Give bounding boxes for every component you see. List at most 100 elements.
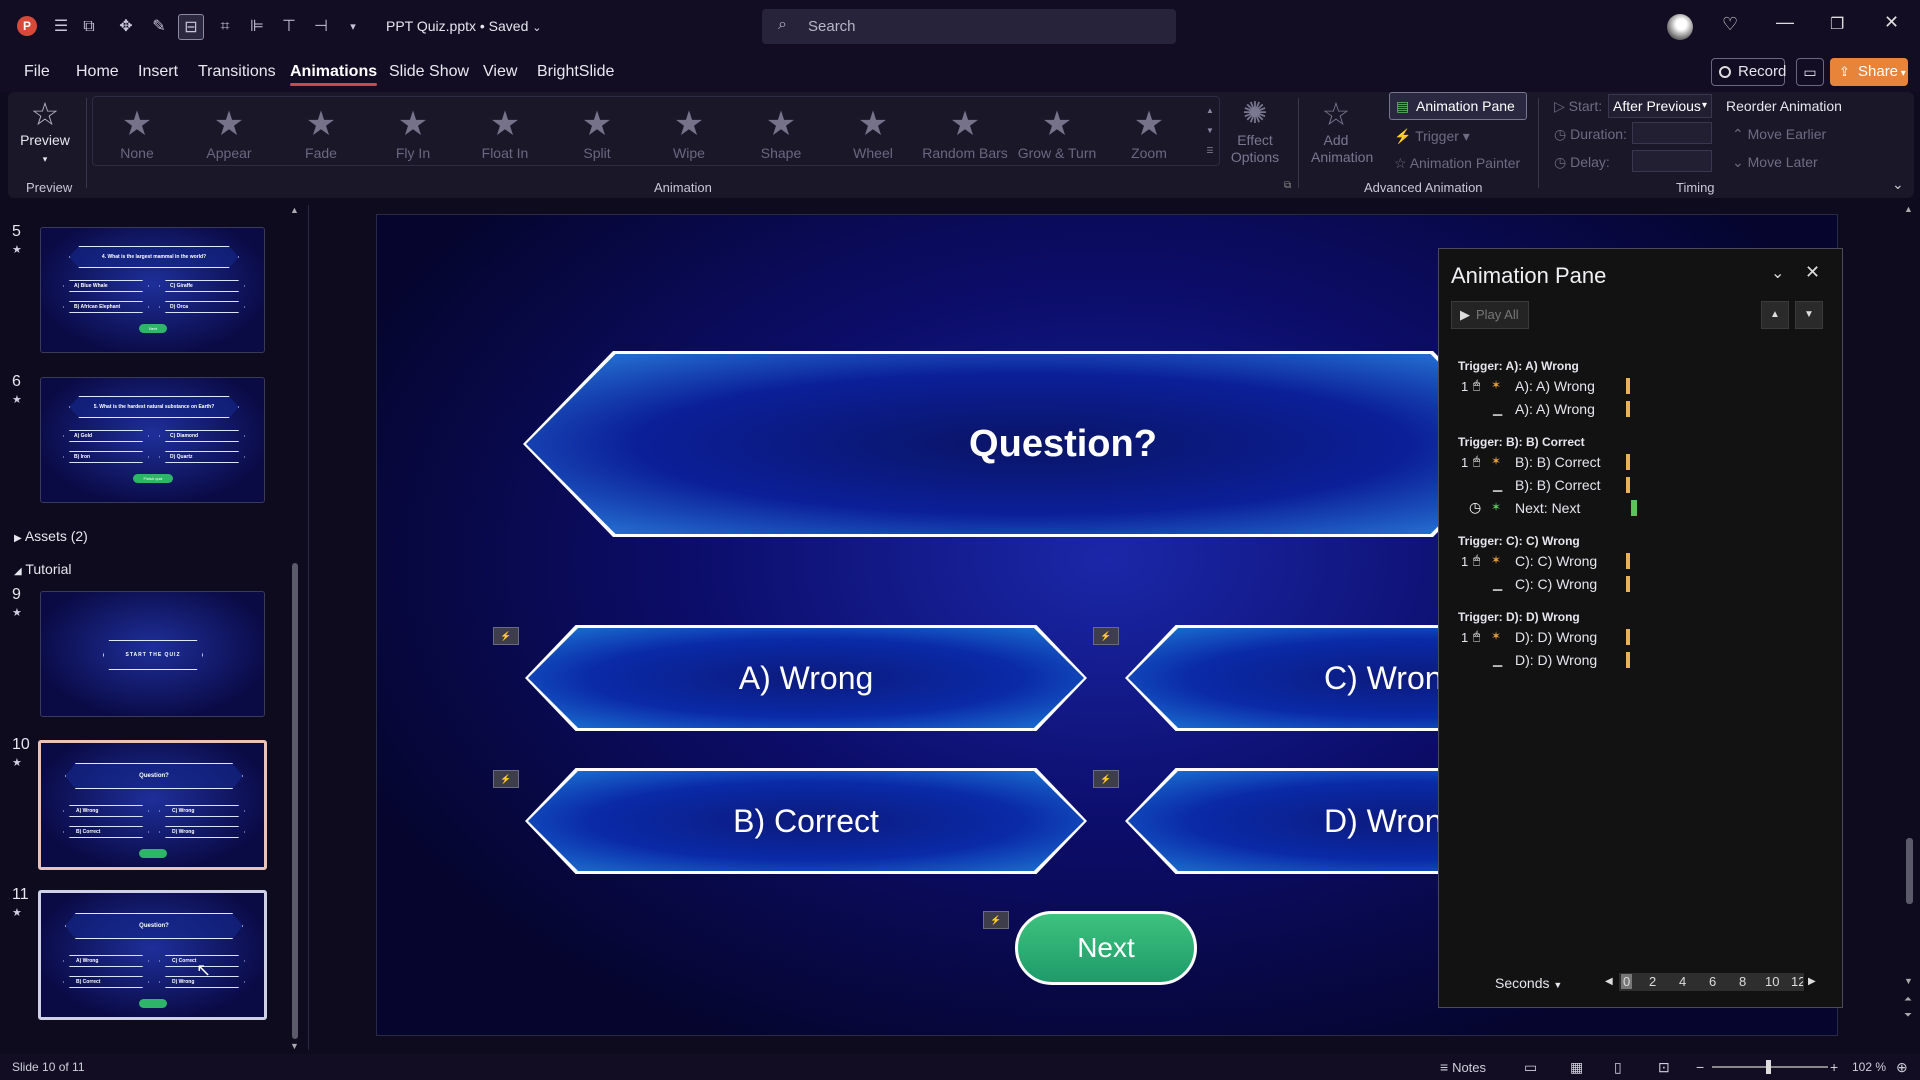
delay-input[interactable] (1632, 150, 1712, 172)
customize-qat-icon[interactable]: ▾ (340, 14, 366, 40)
canvas-scroll-up[interactable]: ▲ (1904, 204, 1913, 214)
prev-slide-icon[interactable]: ⏶ (1904, 994, 1912, 1005)
quick-access-icon-1[interactable]: ☰ (48, 14, 74, 40)
anim-shape[interactable]: ★ Shape (737, 105, 825, 175)
tab-animations[interactable]: Animations (290, 63, 378, 86)
anim-wipe[interactable]: ★ Wipe (645, 105, 733, 175)
animation-item[interactable]: B): B) Correct (1515, 477, 1601, 493)
seconds-dropdown[interactable]: Seconds ▼ (1495, 975, 1562, 991)
tab-transitions[interactable]: Transitions (198, 63, 276, 81)
animation-item[interactable]: A): A) Wrong (1515, 378, 1595, 394)
duration-input[interactable] (1632, 122, 1712, 144)
thumb-scroll-down[interactable]: ▼ (290, 1041, 299, 1051)
close-window-icon[interactable]: ✕ (1884, 12, 1899, 33)
zoom-out-icon[interactable]: − (1696, 1059, 1704, 1075)
minimize-icon[interactable]: — (1776, 12, 1794, 33)
thumb-scroll-up[interactable]: ▲ (290, 205, 299, 215)
start-select[interactable]: After Previous ▾ (1608, 94, 1712, 118)
move-earlier-button[interactable]: ⌃ Move Earlier (1732, 126, 1826, 143)
play-all-button[interactable]: ▶ Play All (1451, 301, 1529, 329)
animation-item[interactable]: A): A) Wrong (1515, 401, 1595, 417)
slide-thumb-9[interactable]: START THE QUIZ (40, 591, 265, 717)
canvas-scroll-down[interactable]: ▼ (1904, 976, 1913, 986)
zoom-slider[interactable] (1712, 1060, 1828, 1074)
tab-view[interactable]: View (483, 63, 517, 81)
next-slide-icon[interactable]: ⏷ (1904, 1010, 1912, 1021)
add-animation-button[interactable]: ☆ Add Animation (1306, 96, 1373, 166)
pane-options-icon[interactable]: ⌄ (1771, 263, 1784, 283)
trigger-button[interactable]: ⚡ Trigger ▾ (1394, 128, 1470, 145)
animation-item[interactable]: C): C) Wrong (1515, 576, 1597, 592)
maximize-icon[interactable]: ❐ (1830, 14, 1844, 34)
anim-fly-in[interactable]: ★ Fly In (369, 105, 457, 175)
trigger-icon[interactable]: ⚡ (493, 627, 519, 645)
trigger-icon[interactable]: ⚡ (493, 770, 519, 788)
anim-wheel[interactable]: ★ Wheel (829, 105, 917, 175)
trigger-icon[interactable]: ⚡ (1093, 627, 1119, 645)
move-down-button[interactable]: ▼ (1795, 301, 1823, 329)
animation-item[interactable]: D): D) Wrong (1515, 629, 1597, 645)
notes-button[interactable]: ≡ Notes (1440, 1059, 1486, 1075)
effect-options-button[interactable]: ✺ Effect Options (1226, 96, 1284, 166)
tab-brightslide[interactable]: BrightSlide (537, 63, 614, 81)
quick-access-icon-3[interactable]: ✥ (113, 14, 139, 40)
search-box[interactable]: ⌕ Search (762, 9, 1176, 44)
section-assets[interactable]: ▶ Assets (2) (14, 528, 88, 544)
tab-insert[interactable]: Insert (138, 63, 178, 81)
question-shape[interactable]: Question? (523, 351, 1523, 537)
crop-icon[interactable]: ⌗ (212, 14, 238, 40)
slide-thumb-10[interactable]: Question? A) Wrong C) Wrong B) Correct D… (38, 740, 267, 870)
collapse-ribbon-icon[interactable]: ⌄ (1892, 176, 1904, 193)
answer-b-shape[interactable]: B) Correct (525, 768, 1087, 874)
dialog-launcher-icon[interactable]: ⧉ (1284, 180, 1291, 191)
trigger-icon[interactable]: ⚡ (983, 911, 1009, 929)
align-top-icon[interactable]: ⊤ (276, 14, 302, 40)
canvas-scrollbar[interactable] (1906, 838, 1913, 904)
animation-item[interactable]: Next: Next (1515, 500, 1580, 516)
comments-icon[interactable]: ▭ (1796, 58, 1824, 86)
anim-split[interactable]: ★ Split (553, 105, 641, 175)
reading-view-icon[interactable]: ▯ (1614, 1059, 1622, 1076)
anim-random-bars[interactable]: ★ Random Bars (921, 105, 1009, 175)
quick-access-icon-2[interactable]: ⧉ (76, 14, 102, 40)
anim-grow-turn[interactable]: ★ Grow & Turn (1013, 105, 1101, 175)
animation-item[interactable]: C): C) Wrong (1515, 553, 1597, 569)
normal-view-icon[interactable]: ▭ (1524, 1059, 1537, 1076)
tab-slide-show[interactable]: Slide Show (389, 63, 469, 81)
timeline-left-icon[interactable]: ◀ (1605, 976, 1613, 987)
tab-file[interactable]: File (24, 63, 50, 81)
slide-thumb-5[interactable]: 4. What is the largest mammal in the wor… (40, 227, 265, 353)
trigger-icon[interactable]: ⚡ (1093, 770, 1119, 788)
section-tutorial[interactable]: ◢ Tutorial (14, 561, 72, 577)
anim-none[interactable]: ★ None (93, 105, 181, 175)
timeline-right-icon[interactable]: ▶ (1808, 976, 1816, 987)
close-pane-icon[interactable]: ✕ (1805, 262, 1820, 283)
slideshow-icon[interactable]: ⊡ (1658, 1059, 1670, 1076)
align-right-icon[interactable]: ⊣ (308, 14, 334, 40)
fit-slide-icon[interactable]: ⊕ (1896, 1059, 1908, 1076)
zoom-slider-thumb[interactable] (1766, 1060, 1771, 1074)
document-title[interactable]: PPT Quiz.pptx • Saved ⌄ (386, 18, 542, 34)
animation-item[interactable]: D): D) Wrong (1515, 652, 1597, 668)
anim-float-in[interactable]: ★ Float In (461, 105, 549, 175)
move-later-button[interactable]: ⌄ Move Later (1732, 154, 1818, 171)
animation-painter-button[interactable]: ☆ Animation Painter (1394, 155, 1520, 172)
record-button[interactable]: Record (1711, 58, 1786, 86)
anim-fade[interactable]: ★ Fade (277, 105, 365, 175)
next-button[interactable]: Next (1015, 911, 1197, 985)
move-up-button[interactable]: ▲ (1761, 301, 1789, 329)
preview-button[interactable]: ☆ Preview ▾ (20, 96, 70, 166)
avatar[interactable] (1667, 14, 1693, 40)
slide-thumb-11[interactable]: Question? A) Wrong C) Correct B) Correct… (38, 890, 267, 1020)
slide-thumb-6[interactable]: 5. What is the hardest natural substance… (40, 377, 265, 503)
animation-pane-button[interactable]: ▤ Animation Pane (1389, 92, 1527, 120)
share-button[interactable]: ⇪ Share ▾ (1830, 58, 1908, 86)
zoom-level[interactable]: 102 % (1852, 1060, 1886, 1074)
align-left-icon[interactable]: ⊫ (244, 14, 270, 40)
tab-home[interactable]: Home (76, 63, 119, 81)
lightbulb-icon[interactable]: ♡ (1722, 14, 1738, 35)
anim-appear[interactable]: ★ Appear (185, 105, 273, 175)
quick-access-icon-5[interactable]: ⊟ (178, 14, 204, 40)
gallery-scroll[interactable]: ▲ ▼ ☰ (1203, 101, 1217, 163)
anim-zoom[interactable]: ★ Zoom (1105, 105, 1193, 175)
